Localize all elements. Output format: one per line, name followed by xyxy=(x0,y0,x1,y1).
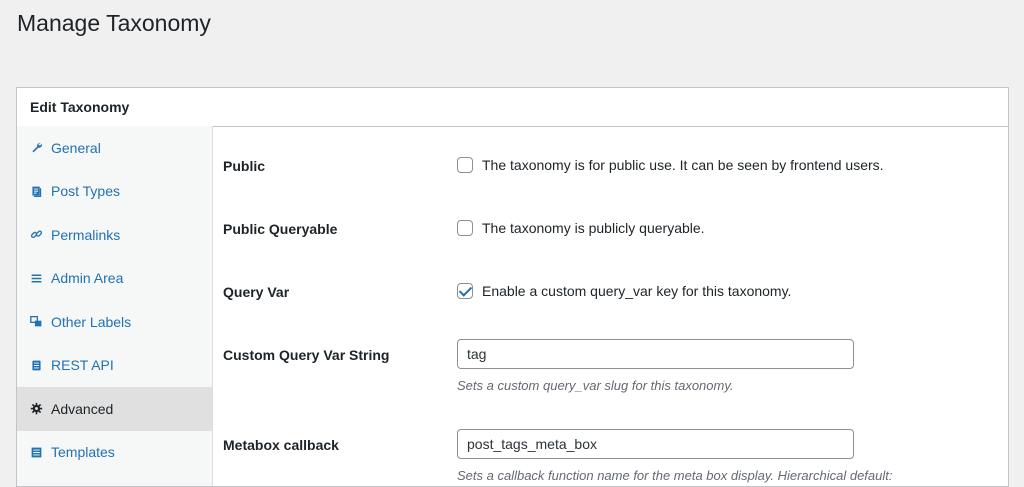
sidebar-item-label: Admin Area xyxy=(51,270,124,287)
settings-content: Public The taxonomy is for public use. I… xyxy=(213,126,1008,486)
query-var-option: Enable a custom query_var key for this t… xyxy=(457,283,791,299)
public-label: Public xyxy=(223,158,266,174)
public-queryable-option: The taxonomy is publicly queryable. xyxy=(457,220,705,236)
public-queryable-description: The taxonomy is publicly queryable. xyxy=(482,220,705,236)
metabox-callback-help: Sets a callback function name for the me… xyxy=(457,468,893,483)
query-var-description: Enable a custom query_var key for this t… xyxy=(482,283,792,299)
sidebar-item-other-labels[interactable]: Other Labels xyxy=(17,300,212,344)
wrench-icon xyxy=(29,141,43,155)
public-queryable-checkbox[interactable] xyxy=(457,220,473,236)
sidebar-item-label: REST API xyxy=(51,357,114,374)
metabox-callback-label: Metabox callback xyxy=(223,437,339,453)
query-var-checkbox[interactable] xyxy=(457,283,473,299)
custom-query-var-label: Custom Query Var String xyxy=(223,347,390,363)
post-types-icon xyxy=(29,184,43,198)
sidebar-item-label: Templates xyxy=(51,444,115,461)
settings-sidebar: General Post Types Permalinks Admin Area… xyxy=(17,126,213,486)
public-option: The taxonomy is for public use. It can b… xyxy=(457,157,884,173)
metabox-callback-input[interactable] xyxy=(457,429,854,459)
custom-query-var-input[interactable] xyxy=(457,339,854,369)
sidebar-item-permalinks[interactable]: Permalinks xyxy=(17,213,212,257)
query-var-label: Query Var xyxy=(223,284,290,300)
panel-title: Edit Taxonomy xyxy=(17,88,1008,127)
sidebar-item-label: Other Labels xyxy=(51,313,132,330)
gear-icon xyxy=(29,402,43,416)
list-view-icon xyxy=(29,445,43,459)
menu-icon xyxy=(29,271,43,285)
sidebar-item-templates[interactable]: Templates xyxy=(17,431,212,475)
custom-query-var-help: Sets a custom query_var slug for this ta… xyxy=(457,378,734,393)
database-icon xyxy=(29,358,43,372)
sidebar-item-admin-area[interactable]: Admin Area xyxy=(17,257,212,301)
public-description: The taxonomy is for public use. It can b… xyxy=(482,157,884,173)
sidebar-item-label: Advanced xyxy=(51,400,114,417)
labels-icon xyxy=(29,315,43,329)
link-icon xyxy=(29,228,43,242)
sidebar-item-advanced[interactable]: Advanced xyxy=(17,387,212,431)
sidebar-item-post-types[interactable]: Post Types xyxy=(17,170,212,214)
public-checkbox[interactable] xyxy=(457,157,473,173)
sidebar-item-label: Permalinks xyxy=(51,226,121,243)
edit-taxonomy-panel: Edit Taxonomy General Post Types Permali… xyxy=(16,87,1009,487)
sidebar-item-label: General xyxy=(51,139,101,156)
sidebar-item-label: Post Types xyxy=(51,183,121,200)
public-queryable-label: Public Queryable xyxy=(223,221,338,237)
page-title: Manage Taxonomy xyxy=(17,10,211,36)
sidebar-item-rest-api[interactable]: REST API xyxy=(17,344,212,388)
sidebar-item-general[interactable]: General xyxy=(17,126,212,170)
